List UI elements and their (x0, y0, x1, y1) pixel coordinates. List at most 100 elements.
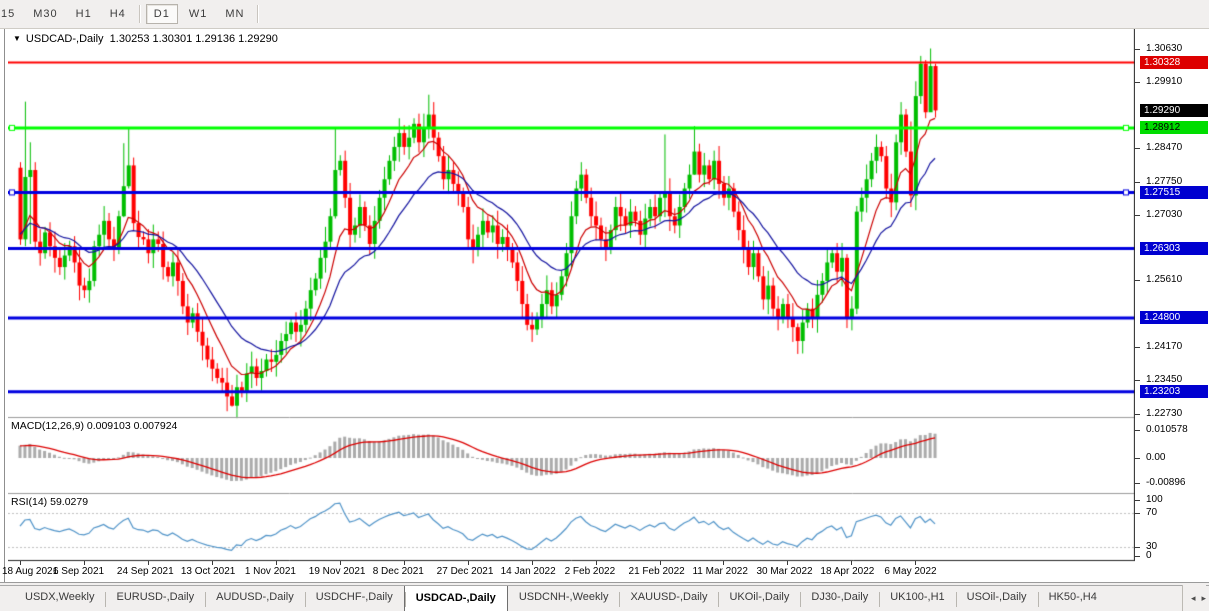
tab-usdx-weekly[interactable]: USDX,Weekly (14, 586, 105, 611)
price-axis-tickmark (1135, 82, 1140, 83)
price-axis-tick: 1.30630 (1146, 43, 1182, 54)
macd-indicator-label: MACD(12,26,9) 0.009103 0.007924 (11, 420, 177, 432)
price-axis-tickmark (1135, 215, 1140, 216)
date-axis-tickmark (532, 561, 533, 565)
date-axis-label: 30 Mar 2022 (756, 566, 812, 577)
chart-tab-bar: USDX,WeeklyEURUSD-,DailyAUDUSD-,DailyUSD… (0, 585, 1209, 611)
tab-hk50-h4[interactable]: HK50-,H4 (1038, 586, 1108, 611)
tab-usdchf-daily[interactable]: USDCHF-,Daily (305, 586, 404, 611)
scroll-left-icon[interactable]: ◂ (1191, 593, 1196, 604)
price-badge-level-1.23203: 1.23203 (1140, 385, 1208, 398)
price-axis-tick: 0.00 (1146, 452, 1165, 463)
price-axis-tick: 1.27750 (1146, 176, 1182, 187)
tab-eurusd-daily[interactable]: EURUSD-,Daily (105, 586, 205, 611)
date-axis-tickmark (340, 561, 341, 565)
tab-usdcad-daily[interactable]: USDCAD-,Daily (404, 585, 508, 611)
date-axis-tickmark (84, 561, 85, 565)
toolbar-separator (257, 5, 258, 23)
tab-usdcnh-weekly[interactable]: USDCNH-,Weekly (508, 586, 620, 611)
date-axis-label: 1 Nov 2021 (245, 566, 296, 577)
date-axis-tickmark (787, 561, 788, 565)
toolbar-separator (139, 5, 140, 23)
date-axis-label: 6 Sep 2021 (53, 566, 104, 577)
date-axis-tickmark (723, 561, 724, 565)
price-axis-tick: 1.29910 (1146, 76, 1182, 87)
timeframe-button-m30[interactable]: M30 (26, 5, 64, 23)
price-axis-tickmark (1135, 49, 1140, 50)
date-axis-label: 8 Dec 2021 (373, 566, 424, 577)
price-axis-tickmark (1135, 556, 1140, 557)
date-axis-tickmark (276, 561, 277, 565)
price-axis-tick: 1.28470 (1146, 142, 1182, 153)
date-axis-label: 24 Sep 2021 (117, 566, 174, 577)
tab-usoil-daily[interactable]: USOil-,Daily (956, 586, 1038, 611)
timeframe-button-h1[interactable]: H1 (69, 5, 99, 23)
price-axis-tickmark (1135, 458, 1140, 459)
chart-title: ▼ USDCAD-,Daily 1.30253 1.30301 1.29136 1… (13, 33, 278, 45)
price-axis-tickmark (1135, 547, 1140, 548)
date-axis-label: 2 Feb 2022 (565, 566, 616, 577)
tab-uk100-h1[interactable]: UK100-,H1 (879, 586, 955, 611)
date-axis-tickmark (596, 561, 597, 565)
date-axis-tickmark (660, 561, 661, 565)
chart-window: ▼ USDCAD-,Daily 1.30253 1.30301 1.29136 1… (0, 29, 1209, 582)
price-badge-level-1.24800: 1.24800 (1140, 311, 1208, 324)
chart-ohlc-values: 1.30253 1.30301 1.29136 1.29290 (110, 33, 278, 45)
timeframe-button-mn[interactable]: MN (218, 5, 251, 23)
price-axis-tick: 1.24170 (1146, 341, 1182, 352)
trading-terminal: 15M30 H1H4 D1W1MN ▼ USDCAD-,Daily 1.30253 1… (0, 0, 1209, 611)
timeframe-button-d1[interactable]: D1 (146, 4, 178, 24)
price-axis-tickmark (1135, 430, 1140, 431)
tab-scroll-arrows: ◂▸ (1182, 585, 1206, 611)
price-axis-tick: 0.010578 (1146, 424, 1188, 435)
tab-audusd-daily[interactable]: AUDUSD-,Daily (205, 586, 305, 611)
tab-xauusd-daily[interactable]: XAUUSD-,Daily (619, 586, 718, 611)
date-axis-label: 27 Dec 2021 (437, 566, 494, 577)
price-axis-tickmark (1135, 380, 1140, 381)
price-axis-tickmark (1135, 347, 1140, 348)
timeframe-button-15[interactable]: 15 (0, 5, 22, 23)
price-axis-tick: 0 (1146, 550, 1152, 561)
timeframe-toolbar: 15M30 H1H4 D1W1MN (0, 0, 1209, 29)
date-axis-tickmark (915, 561, 916, 565)
price-axis-tick: 1.27030 (1146, 209, 1182, 220)
tab-dj30-daily[interactable]: DJ30-,Daily (800, 586, 879, 611)
price-badge-current: 1.29290 (1140, 104, 1208, 117)
price-badge-level-1.26303: 1.26303 (1140, 242, 1208, 255)
tab-ukoil-daily[interactable]: UKOil-,Daily (718, 586, 800, 611)
date-axis-tickmark (851, 561, 852, 565)
date-axis-label: 14 Jan 2022 (501, 566, 556, 577)
collapse-triangle-icon[interactable]: ▼ (13, 34, 21, 43)
price-badge-level-1.28912: 1.28912 (1140, 121, 1208, 134)
date-axis-label: 18 Aug 2021 (2, 566, 58, 577)
price-badge-level-1.30328: 1.30328 (1140, 56, 1208, 69)
date-axis-label: 19 Nov 2021 (309, 566, 366, 577)
price-axis-tick: 70 (1146, 507, 1157, 518)
date-axis-label: 6 May 2022 (884, 566, 936, 577)
date-axis-tickmark (20, 561, 21, 565)
rsi-indicator-label: RSI(14) 59.0279 (11, 496, 88, 508)
price-axis-tick: 1.22730 (1146, 408, 1182, 419)
price-axis-tick: 1.23450 (1146, 374, 1182, 385)
price-chart-canvas[interactable] (8, 29, 1135, 582)
date-axis-label: 13 Oct 2021 (181, 566, 235, 577)
price-axis-tickmark (1135, 280, 1140, 281)
timeframe-button-w1[interactable]: W1 (182, 5, 215, 23)
price-axis-tick: 1.25610 (1146, 274, 1182, 285)
price-axis-tick: -0.00896 (1146, 477, 1185, 488)
price-axis-tickmark (1135, 483, 1140, 484)
timeframe-button-h4[interactable]: H4 (103, 5, 133, 23)
price-axis-tickmark (1135, 500, 1140, 501)
price-axis-tickmark (1135, 513, 1140, 514)
date-axis-tickmark (212, 561, 213, 565)
price-badge-level-1.27515: 1.27515 (1140, 186, 1208, 199)
window-border (5, 29, 6, 582)
date-axis-label: 18 Apr 2022 (820, 566, 874, 577)
price-axis-tick: 100 (1146, 494, 1163, 505)
date-axis-tickmark (404, 561, 405, 565)
date-axis-tickmark (148, 561, 149, 565)
chart-symbol: USDCAD-,Daily (26, 33, 104, 45)
date-axis-label: 21 Feb 2022 (629, 566, 685, 577)
scroll-right-icon[interactable]: ▸ (1201, 593, 1206, 604)
date-axis-label: 11 Mar 2022 (692, 566, 747, 577)
